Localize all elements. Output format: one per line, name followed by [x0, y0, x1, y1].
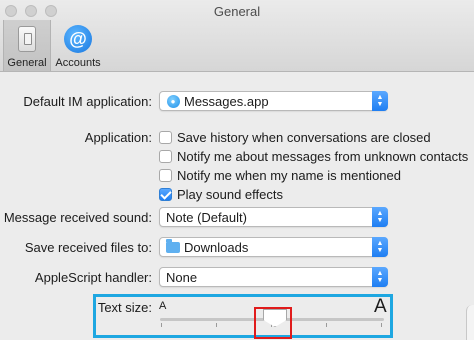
text-size-label: Text size: — [97, 300, 152, 315]
message-sound-popup[interactable]: Note (Default) ▲ ▼ — [159, 207, 388, 227]
message-sound-value: Note (Default) — [166, 209, 247, 225]
notify-unknown-checkbox[interactable]: Notify me about messages from unknown co… — [159, 149, 468, 164]
text-size-small-label: A — [159, 300, 167, 312]
default-im-popup[interactable]: ● Messages.app ▲ ▼ — [159, 91, 388, 111]
play-sound-checkbox[interactable]: Play sound effects — [159, 187, 283, 202]
titlebar: General General @ Accounts — [0, 0, 474, 72]
at-icon: @ — [63, 24, 93, 54]
play-sound-label: Play sound effects — [177, 187, 283, 202]
popup-arrows-icon: ▲ ▼ — [372, 91, 388, 111]
applescript-popup[interactable]: None ▲ ▼ — [159, 267, 388, 287]
applescript-value: None — [166, 269, 198, 285]
applescript-label: AppleScript handler: — [34, 270, 152, 285]
text-size-large-label: A — [374, 296, 387, 317]
messages-icon: ● — [166, 94, 180, 108]
tab-accounts-label: Accounts — [55, 57, 101, 69]
slider-tick — [161, 323, 162, 327]
checkbox-box[interactable] — [159, 169, 172, 182]
checkbox-box[interactable] — [159, 188, 172, 201]
preferences-window: General General @ Accounts Default IM ap… — [0, 0, 474, 340]
notify-unknown-label: Notify me about messages from unknown co… — [177, 149, 469, 164]
popup-arrows-icon: ▲ ▼ — [372, 237, 388, 257]
notify-name-label: Notify me when my name is mentioned — [177, 168, 401, 183]
slider-tick — [381, 323, 382, 327]
knob-highlight — [254, 307, 292, 339]
save-files-popup[interactable]: Downloads ▲ ▼ — [159, 237, 388, 257]
tab-general-label: General — [7, 57, 47, 69]
save-files-value: Downloads — [184, 239, 249, 255]
popup-arrows-icon: ▲ ▼ — [372, 267, 388, 287]
slider-tick — [216, 323, 217, 327]
save-files-label: Save received files to: — [24, 240, 152, 255]
checkbox-box[interactable] — [159, 150, 172, 163]
default-im-value: Messages.app — [184, 93, 269, 109]
window-edge — [466, 305, 474, 340]
default-im-label: Default IM application: — [23, 94, 152, 109]
application-label: Application: — [84, 130, 152, 145]
checkbox-box[interactable] — [159, 131, 172, 144]
popup-arrows-icon: ▲ ▼ — [372, 207, 388, 227]
slider-tick — [326, 323, 327, 327]
tab-accounts[interactable]: @ Accounts — [52, 20, 104, 71]
switch-icon — [12, 24, 42, 54]
notify-name-checkbox[interactable]: Notify me when my name is mentioned — [159, 168, 401, 183]
tab-general[interactable]: General — [3, 20, 51, 71]
window-title: General — [213, 4, 261, 19]
save-history-label: Save history when conversations are clos… — [177, 130, 431, 145]
folder-icon — [166, 238, 180, 254]
save-history-checkbox[interactable]: Save history when conversations are clos… — [159, 130, 431, 145]
message-sound-label: Message received sound: — [3, 210, 152, 225]
